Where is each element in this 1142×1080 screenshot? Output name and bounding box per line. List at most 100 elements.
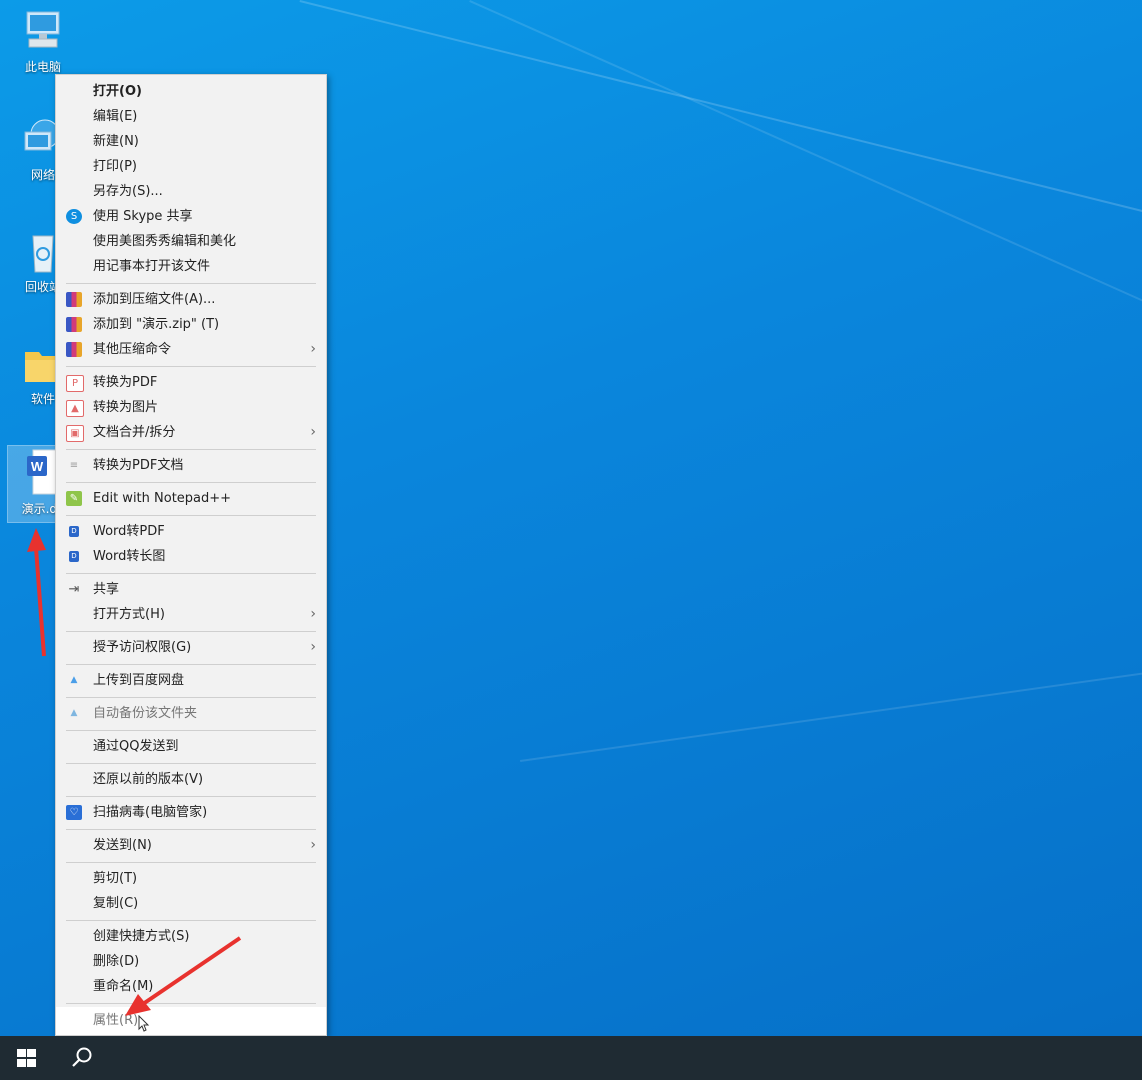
share-icon: ⇥ xyxy=(68,582,80,597)
svg-text:W: W xyxy=(31,459,44,474)
menu-item-skype-share[interactable]: S 使用 Skype 共享 xyxy=(56,204,326,229)
word-pdf-icon: D xyxy=(69,526,79,537)
menu-item-merge-split[interactable]: ▣ 文档合并/拆分 › xyxy=(56,420,326,445)
menu-item-label: 创建快捷方式(S) xyxy=(93,929,190,944)
wallpaper-light-beam xyxy=(299,0,1142,244)
menu-item-word-to-image[interactable]: D Word转长图 xyxy=(56,544,326,569)
menu-item-label: 使用 Skype 共享 xyxy=(93,209,193,224)
baidu-backup-icon: ▲ xyxy=(70,708,78,718)
menu-item-label: Word转PDF xyxy=(93,524,165,539)
menu-item-label: 授予访问权限(G) xyxy=(93,640,192,655)
desktop: 此电脑 网络 回收站 软件 W 演示.do 打开(O) 编辑(E) 新建(N) … xyxy=(0,0,1142,1036)
menu-item-label: 另存为(S)... xyxy=(93,184,163,199)
desktop-icon-this-pc[interactable]: 此电脑 xyxy=(8,8,78,75)
menu-item-properties[interactable]: 属性(R) xyxy=(56,1007,326,1035)
menu-item-label: 打印(P) xyxy=(93,159,137,174)
chevron-right-icon: › xyxy=(310,639,316,655)
menu-item-convert-pdf[interactable]: P 转换为PDF xyxy=(56,370,326,395)
menu-separator xyxy=(66,449,316,450)
desktop-icon-label: 此电脑 xyxy=(24,60,61,74)
menu-separator xyxy=(66,482,316,483)
menu-item-scan-virus[interactable]: ♡ 扫描病毒(电脑管家) xyxy=(56,800,326,825)
menu-item-baidu-upload[interactable]: ▲ 上传到百度网盘 xyxy=(56,668,326,693)
menu-item-edit[interactable]: 编辑(E) xyxy=(56,104,326,129)
menu-item-add-archive[interactable]: 添加到压缩文件(A)... xyxy=(56,287,326,312)
menu-item-label: 还原以前的版本(V) xyxy=(93,772,204,787)
menu-item-open-notepad[interactable]: 用记事本打开该文件 xyxy=(56,254,326,279)
menu-item-send-to[interactable]: 发送到(N) › xyxy=(56,833,326,858)
menu-item-grant-access[interactable]: 授予访问权限(G) › xyxy=(56,635,326,660)
menu-item-print[interactable]: 打印(P) xyxy=(56,154,326,179)
menu-separator xyxy=(66,664,316,665)
menu-separator xyxy=(66,862,316,863)
menu-item-label: 共享 xyxy=(93,582,120,597)
menu-item-create-shortcut[interactable]: 创建快捷方式(S) xyxy=(56,924,326,949)
context-menu: 打开(O) 编辑(E) 新建(N) 打印(P) 另存为(S)... S 使用 S… xyxy=(55,74,327,1036)
menu-item-label: 其他压缩命令 xyxy=(93,342,172,357)
menu-item-restore-versions[interactable]: 还原以前的版本(V) xyxy=(56,767,326,792)
menu-item-label: 删除(D) xyxy=(93,954,140,969)
annotation-arrowhead-icon xyxy=(27,528,46,552)
menu-item-copy[interactable]: 复制(C) xyxy=(56,891,326,916)
skype-icon: S xyxy=(66,209,82,224)
menu-separator xyxy=(66,631,316,632)
menu-separator xyxy=(66,829,316,830)
menu-item-label: 转换为PDF文档 xyxy=(93,458,184,473)
menu-item-label: 文档合并/拆分 xyxy=(93,425,176,440)
menu-item-add-zip[interactable]: 添加到 "演示.zip" (T) xyxy=(56,312,326,337)
menu-item-delete[interactable]: 删除(D) xyxy=(56,949,326,974)
menu-item-convert-pdf-doc[interactable]: ≡ 转换为PDF文档 xyxy=(56,453,326,478)
menu-item-label: 编辑(E) xyxy=(93,109,138,124)
menu-item-save-as[interactable]: 另存为(S)... xyxy=(56,179,326,204)
menu-item-open[interactable]: 打开(O) xyxy=(56,79,326,104)
menu-item-label: 添加到压缩文件(A)... xyxy=(93,292,216,307)
merge-split-icon: ▣ xyxy=(66,425,84,442)
chevron-right-icon: › xyxy=(310,341,316,357)
menu-item-convert-image[interactable]: ▲ 转换为图片 xyxy=(56,395,326,420)
menu-item-word-to-pdf[interactable]: D Word转PDF xyxy=(56,519,326,544)
menu-item-other-compress[interactable]: 其他压缩命令 › xyxy=(56,337,326,362)
menu-item-label: 剪切(T) xyxy=(93,871,138,886)
menu-item-label: 自动备份该文件夹 xyxy=(93,706,198,721)
menu-separator xyxy=(66,763,316,764)
menu-item-label: Word转长图 xyxy=(93,549,166,564)
pdf-convert-icon: P xyxy=(66,375,84,392)
baidu-cloud-icon: ▲ xyxy=(70,675,78,685)
menu-item-rename[interactable]: 重命名(M) xyxy=(56,974,326,999)
winrar-icon xyxy=(66,342,82,357)
chevron-right-icon: › xyxy=(310,837,316,853)
menu-item-label: 通过QQ发送到 xyxy=(93,739,179,754)
menu-item-label: Edit with Notepad++ xyxy=(93,491,232,506)
menu-separator xyxy=(66,730,316,731)
menu-item-label: 用记事本打开该文件 xyxy=(93,259,211,274)
menu-item-share[interactable]: ⇥ 共享 xyxy=(56,577,326,602)
menu-item-label: 使用美图秀秀编辑和美化 xyxy=(93,234,237,249)
chevron-right-icon: › xyxy=(310,606,316,622)
menu-item-label: 属性(R) xyxy=(93,1013,139,1028)
menu-item-label: 转换为PDF xyxy=(93,375,158,390)
search-icon[interactable] xyxy=(70,1046,94,1070)
notepadpp-icon: ✎ xyxy=(66,491,82,506)
winrar-icon xyxy=(66,317,82,332)
windows-start-icon[interactable] xyxy=(17,1049,36,1067)
menu-item-notepadpp[interactable]: ✎ Edit with Notepad++ xyxy=(56,486,326,511)
menu-item-label: 新建(N) xyxy=(93,134,139,149)
menu-item-label: 添加到 "演示.zip" (T) xyxy=(93,317,220,332)
mouse-cursor-icon xyxy=(138,1015,150,1032)
menu-separator xyxy=(66,796,316,797)
menu-item-meitu-edit[interactable]: 使用美图秀秀编辑和美化 xyxy=(56,229,326,254)
menu-item-new[interactable]: 新建(N) xyxy=(56,129,326,154)
menu-separator xyxy=(66,697,316,698)
menu-item-cut[interactable]: 剪切(T) xyxy=(56,866,326,891)
menu-item-label: 扫描病毒(电脑管家) xyxy=(93,805,208,820)
image-convert-icon: ▲ xyxy=(66,400,84,417)
shield-icon: ♡ xyxy=(66,805,82,820)
menu-separator xyxy=(66,1003,316,1004)
menu-item-baidu-backup[interactable]: ▲ 自动备份该文件夹 xyxy=(56,701,326,726)
menu-item-label: 打开方式(H) xyxy=(93,607,165,622)
menu-item-label: 复制(C) xyxy=(93,896,139,911)
menu-separator xyxy=(66,283,316,284)
menu-item-qq-send[interactable]: 通过QQ发送到 xyxy=(56,734,326,759)
menu-item-open-with[interactable]: 打开方式(H) › xyxy=(56,602,326,627)
wallpaper-light-beam xyxy=(520,662,1142,762)
